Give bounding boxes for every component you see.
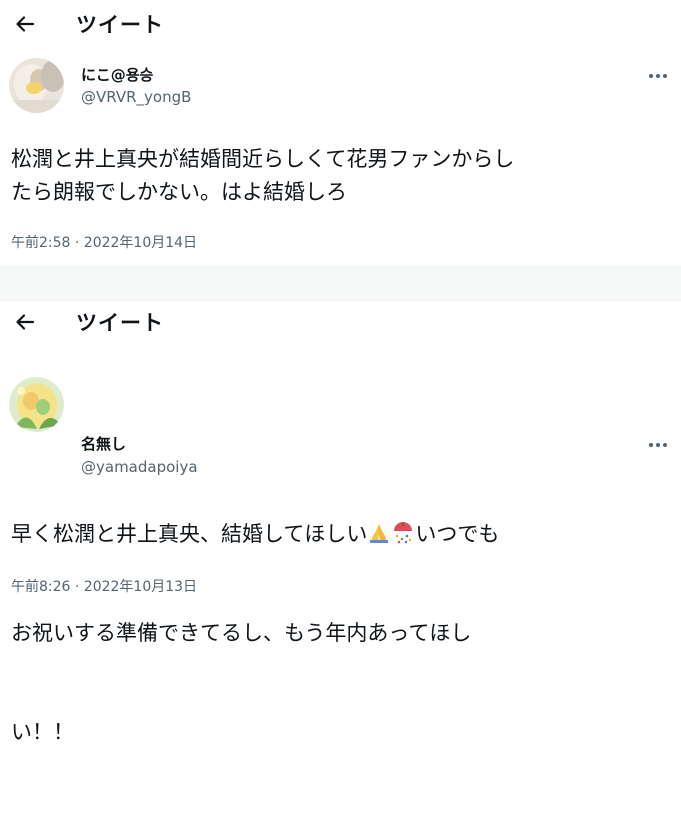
tweet-text-line: い！！ <box>11 720 74 744</box>
tweet-header: ツイート <box>0 0 681 50</box>
tweet-text: 早く松潤と井上真央、結婚してほしい いつでも お祝いする準備できてるし、もう年内あ… <box>11 452 671 815</box>
folded-hands-emoji <box>367 521 391 545</box>
tweet-header: ツイート <box>0 301 681 351</box>
avatar[interactable] <box>9 377 64 432</box>
tweet-panel-2: ツイート 名無し @yamadapoiya 早く松潤と井上真央、結婚してほしいい… <box>0 301 681 744</box>
tweet-author: にこ@용승 @VRVR_yongB <box>0 50 681 124</box>
display-name[interactable]: にこ@용승 <box>81 64 153 85</box>
page-title: ツイート <box>76 311 164 335</box>
user-handle[interactable]: @VRVR_yongB <box>81 88 191 106</box>
tweet-timestamp[interactable]: 午前8:26 · 2022年10月13日 <box>11 576 197 596</box>
confetti-ball-emoji <box>391 521 415 545</box>
tweet-text-line: 早く松潤と井上真央、結婚してほしい いつでも <box>11 518 671 551</box>
panel-divider <box>0 266 681 301</box>
tweet-author: 名無し @yamadapoiya <box>0 351 681 476</box>
more-dots-icon[interactable] <box>645 66 671 86</box>
avatar[interactable] <box>9 58 64 113</box>
back-arrow-icon[interactable] <box>12 11 38 37</box>
page-title: ツイート <box>76 13 164 37</box>
tweet-panel-1: ツイート にこ@용승 @VRVR_yongB 松潤と井上真央が結婚間近らしくて花… <box>0 0 681 266</box>
tweet-text-segment: 早く松潤と井上真央、結婚してほしい <box>11 522 368 546</box>
back-arrow-icon[interactable] <box>12 309 38 335</box>
tweet-text-line: お祝いする準備できてるし、もう年内あってほし <box>11 621 472 645</box>
tweet-timestamp[interactable]: 午前2:58 · 2022年10月14日 <box>11 232 197 252</box>
display-name[interactable]: 名無し <box>81 433 126 454</box>
tweet-text: 松潤と井上真央が結婚間近らしくて花男ファンからし たら朗報でしかない。はよ結婚し… <box>11 147 515 204</box>
tweet-text-segment: いつでも <box>415 522 500 546</box>
